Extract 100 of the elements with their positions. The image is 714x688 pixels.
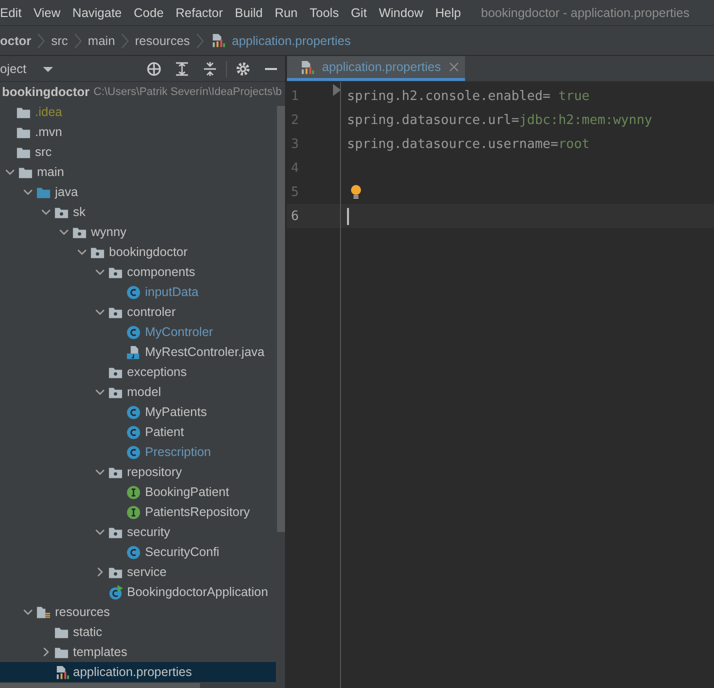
line-number: 4 — [291, 160, 299, 176]
menu-item[interactable]: View — [28, 6, 66, 20]
menu-item[interactable]: Help — [429, 6, 467, 20]
tree-item-label: MyControler — [145, 325, 214, 339]
tree-item[interactable]: PatientsRepository — [0, 502, 276, 522]
tree-item-label: resources — [55, 605, 110, 619]
tree-item[interactable]: sk — [0, 202, 276, 222]
tree-item-label: MyRestControler.java — [145, 345, 264, 359]
tree-item-label: sk — [73, 205, 86, 219]
menu-item[interactable]: Run — [268, 6, 304, 20]
tree-item-label: Prescription — [145, 445, 211, 459]
breadcrumb[interactable]: main — [88, 34, 116, 48]
window-title: bookingdoctor - application.properties — [481, 6, 690, 20]
tree-item[interactable]: service — [0, 562, 276, 582]
class-run-icon — [108, 584, 123, 600]
code-line: spring.datasource.url=jdbc:h2:mem:wynny — [347, 112, 652, 128]
tree-item[interactable]: MyRestControler.java — [0, 342, 276, 362]
tree-item[interactable]: BookingPatient — [0, 482, 276, 502]
class-icon — [126, 444, 141, 460]
tree-item-label: MyPatients — [145, 405, 207, 419]
tree-item[interactable]: MyPatients — [0, 402, 276, 422]
tree-item-label: application.properties — [73, 665, 192, 679]
resources-folder-icon — [36, 604, 51, 620]
tree-item[interactable]: Prescription — [0, 442, 276, 462]
tree-item[interactable]: MyControler — [0, 322, 276, 342]
tree-item-label: repository — [127, 465, 182, 479]
tree-item[interactable]: components — [0, 262, 276, 282]
tree-item-label: main — [37, 165, 64, 179]
tree-item-label: templates — [73, 645, 128, 659]
class-icon — [126, 544, 141, 560]
tree-item[interactable]: application.properties — [0, 662, 276, 682]
tree-item[interactable]: BookingdoctorApplication — [0, 582, 276, 602]
tree-item[interactable]: SecurityConfi — [0, 542, 276, 562]
tree-item[interactable]: security — [0, 522, 276, 542]
tree-item-label: wynny — [91, 225, 126, 239]
menu-item[interactable]: Navigate — [66, 6, 128, 20]
chevron-separator-icon — [37, 32, 46, 48]
crosshair-icon[interactable] — [146, 60, 162, 76]
tree-item[interactable]: model — [0, 382, 276, 402]
java-file-icon — [126, 344, 141, 360]
tree-item[interactable]: templates — [0, 642, 276, 662]
tree-item[interactable]: repository — [0, 462, 276, 482]
menu-item[interactable]: Code — [128, 6, 170, 20]
tree-item-label: inputData — [145, 285, 199, 299]
tree-item[interactable]: Patient — [0, 422, 276, 442]
fold-marker-icon[interactable] — [332, 84, 342, 96]
menu-item[interactable]: Git — [344, 6, 373, 20]
text-caret — [347, 208, 349, 224]
menu-item[interactable]: Tools — [304, 6, 345, 20]
tree-item-label: PatientsRepository — [145, 505, 250, 519]
panel-title[interactable]: oject — [0, 62, 26, 76]
line-number: 6 — [291, 208, 299, 224]
tree-item-label: java — [55, 185, 78, 199]
tree-item[interactable]: static — [0, 622, 276, 642]
line-number: 1 — [291, 88, 299, 104]
properties-file-icon — [299, 60, 314, 74]
menu-item[interactable]: Edit — [0, 6, 28, 20]
tree-item-label: BookingdoctorApplication — [127, 585, 268, 599]
menu-item[interactable]: Refactor — [170, 6, 229, 20]
tree-item[interactable]: resources — [0, 602, 276, 622]
menu-item[interactable]: Window — [372, 6, 430, 20]
settings-icon[interactable] — [235, 60, 251, 76]
project-name: bookingdoctor — [2, 85, 90, 99]
tree-item-label: bookingdoctor — [109, 245, 188, 259]
line-number: 3 — [291, 136, 299, 152]
breadcrumb[interactable]: resources — [135, 34, 190, 48]
tree-item[interactable]: bookingdoctor — [0, 242, 276, 262]
expand-all-icon[interactable] — [174, 60, 190, 76]
tree-item-label: controler — [127, 305, 176, 319]
tree-item[interactable]: controler — [0, 302, 276, 322]
tree-item[interactable]: .mvn — [0, 122, 276, 142]
tree-item[interactable]: java — [0, 182, 276, 202]
tree-item[interactable]: .idea — [0, 102, 276, 122]
interface-icon — [126, 504, 141, 520]
line-number: 2 — [291, 112, 299, 128]
tree-item[interactable]: src — [0, 142, 276, 162]
line-number: 5 — [291, 184, 299, 200]
tree-item-label: .idea — [35, 105, 62, 119]
chevron-separator-icon — [121, 32, 130, 48]
class-icon — [126, 404, 141, 420]
properties-file-icon — [54, 664, 69, 680]
code-line: spring.h2.console.enabled= true — [347, 88, 590, 104]
tree-item-label: src — [35, 145, 52, 159]
tree-item[interactable]: inputData — [0, 282, 276, 302]
menu-item[interactable]: Build — [228, 6, 269, 20]
tree-item-label: service — [127, 565, 167, 579]
interface-icon — [126, 484, 141, 500]
lightbulb-icon[interactable] — [349, 184, 363, 200]
tree-item[interactable]: bookingdoctor C:\Users\Patrik Severín\IdeaProjects\b — [0, 82, 285, 102]
tree-item-label: Patient — [145, 425, 184, 439]
close-icon[interactable] — [448, 62, 459, 72]
vertical-scrollbar[interactable] — [277, 106, 285, 532]
tree-item[interactable]: exceptions — [0, 362, 276, 382]
breadcrumb[interactable]: application.properties — [232, 34, 351, 48]
tree-item[interactable]: main — [0, 162, 276, 182]
breadcrumb[interactable]: src — [51, 34, 68, 48]
collapse-all-icon[interactable] — [202, 60, 218, 76]
horizontal-scrollbar[interactable] — [0, 683, 200, 688]
tree-item[interactable]: wynny — [0, 222, 276, 242]
breadcrumb[interactable]: octor — [0, 34, 32, 48]
